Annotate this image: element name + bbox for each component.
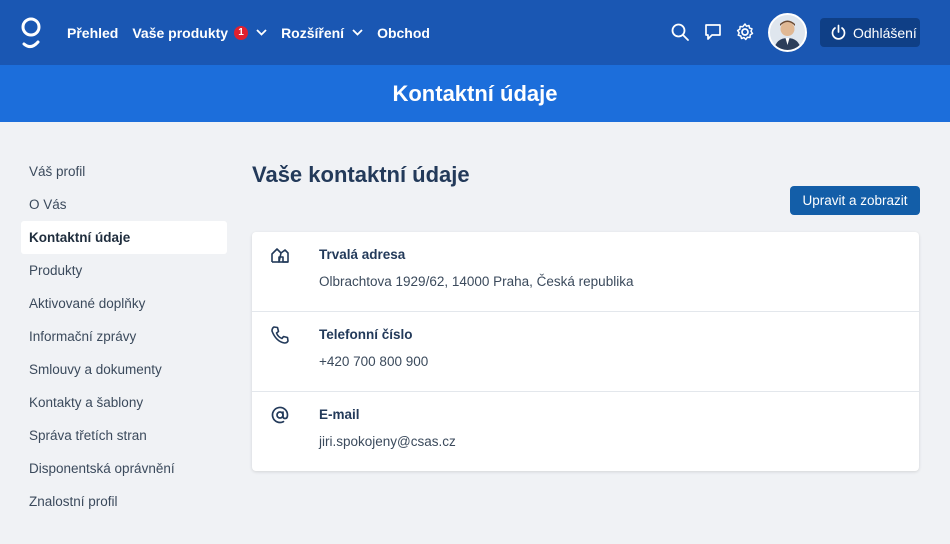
sidebar-item-aktivovane-doplnky[interactable]: Aktivované doplňky (21, 287, 227, 320)
logo-icon[interactable] (20, 16, 42, 50)
sidebar-item-kontakty-a-sablony[interactable]: Kontakty a šablony (21, 386, 227, 419)
page-title: Kontaktní údaje (392, 80, 558, 106)
sidebar-item-sprava-tretich-stran[interactable]: Správa třetích stran (21, 419, 227, 452)
page-hero: Kontaktní údaje (0, 65, 950, 122)
chevron-down-icon (352, 29, 363, 36)
row-value: jiri.spokojeny@csas.cz (319, 434, 456, 449)
sidebar-item-informacni-zpravy[interactable]: Informační zprávy (21, 320, 227, 353)
main-nav: Přehled Vaše produkty 1 Rozšíření Obchod (67, 0, 444, 65)
contact-row-address: Trvalá adresa Olbrachtova 1929/62, 14000… (252, 232, 919, 312)
gear-icon[interactable] (735, 22, 755, 42)
sidebar-item-znalostni-profil[interactable]: Znalostní profil (21, 485, 227, 518)
nav-vase-produkty-label: Vaše produkty (132, 24, 229, 41)
nav-prehled[interactable]: Přehled (67, 25, 118, 41)
edit-button[interactable]: Upravit a zobrazit (790, 186, 920, 215)
top-bar: Přehled Vaše produkty 1 Rozšíření Obchod (0, 0, 950, 65)
nav-obchod[interactable]: Obchod (377, 25, 430, 41)
sidebar-item-o-vas[interactable]: O Vás (21, 188, 227, 221)
logout-button[interactable]: Odhlášení (820, 18, 920, 47)
contact-card: Trvalá adresa Olbrachtova 1929/62, 14000… (252, 232, 919, 471)
logout-label: Odhlášení (853, 24, 917, 41)
phone-icon (271, 326, 289, 344)
user-avatar-icon (770, 15, 805, 50)
contact-row-email: E-mail jiri.spokojeny@csas.cz (252, 391, 919, 471)
nav-prehled-label: Přehled (67, 24, 119, 41)
home-icon (271, 248, 289, 263)
sidebar-item-disponentska-opravneni[interactable]: Disponentská oprávnění (21, 452, 227, 485)
notification-badge: 1 (234, 25, 249, 40)
row-value: Olbrachtova 1929/62, 14000 Praha, Česká … (319, 274, 634, 289)
sidebar-item-smlouvy-a-dokumenty[interactable]: Smlouvy a dokumenty (21, 353, 227, 386)
contact-row-phone: Telefonní číslo +420 700 800 900 (252, 311, 919, 391)
row-label: E-mail (319, 407, 360, 422)
sidebar: Váš profil O Vás Kontaktní údaje Produkt… (21, 155, 227, 518)
nav-rozsireni[interactable]: Rozšíření (281, 25, 363, 41)
sidebar-item-vas-profil[interactable]: Váš profil (21, 155, 227, 188)
row-value: +420 700 800 900 (319, 354, 429, 369)
nav-rozsireni-label: Rozšíření (281, 24, 345, 41)
row-label: Trvalá adresa (319, 247, 406, 262)
at-icon (271, 406, 289, 424)
chevron-down-icon (256, 29, 267, 36)
nav-vase-produkty[interactable]: Vaše produkty 1 (132, 25, 267, 41)
section-title: Vaše kontaktní údaje (252, 162, 470, 187)
search-icon[interactable] (670, 22, 690, 42)
nav-obchod-label: Obchod (377, 24, 430, 41)
chat-icon[interactable] (703, 22, 723, 42)
sidebar-item-kontaktni-udaje[interactable]: Kontaktní údaje (21, 221, 227, 254)
power-icon (831, 24, 846, 40)
row-label: Telefonní číslo (319, 327, 413, 342)
sidebar-item-produkty[interactable]: Produkty (21, 254, 227, 287)
avatar[interactable] (768, 13, 807, 52)
